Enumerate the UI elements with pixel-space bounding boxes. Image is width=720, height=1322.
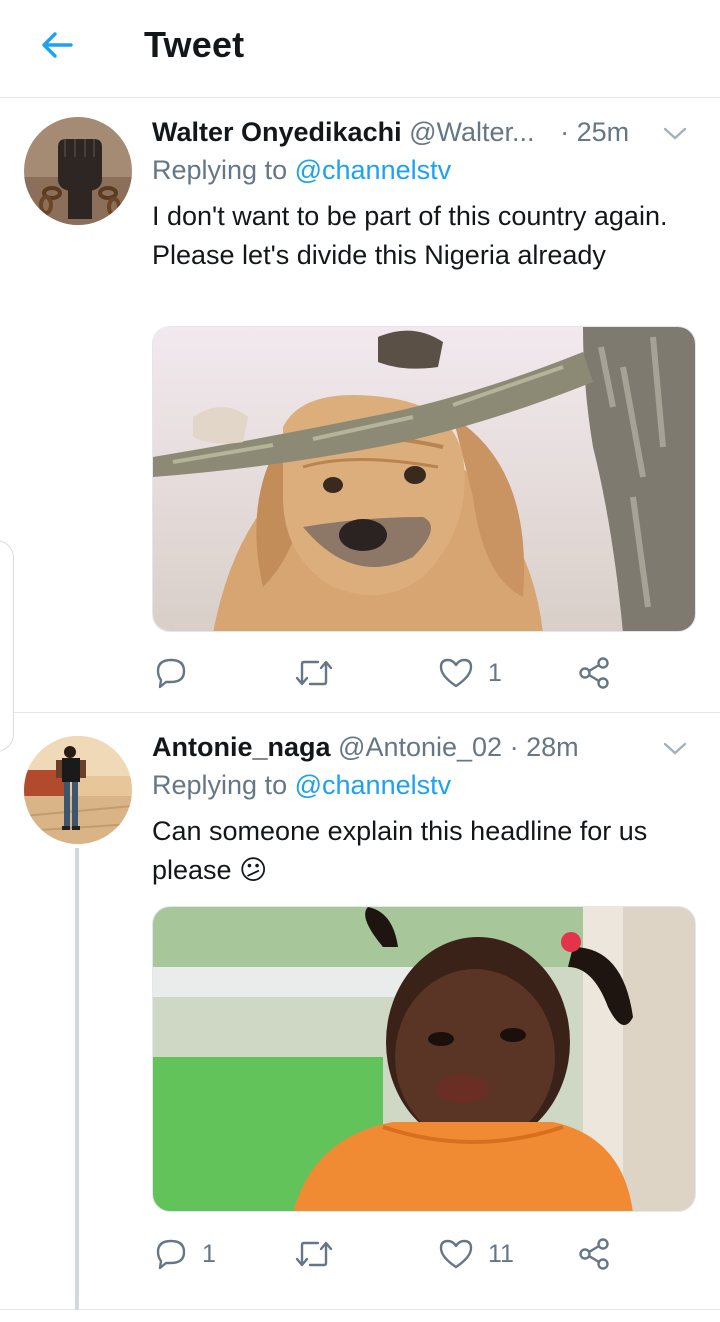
tweet-image[interactable] (152, 326, 696, 632)
user-handle: @Antonie_02 (338, 732, 503, 762)
share-button[interactable] (576, 1234, 612, 1274)
reply-button[interactable] (154, 653, 202, 693)
tweet-body: I don't want to be part of this country … (152, 201, 668, 270)
tweet-text: I don't want to be part of this country … (152, 197, 696, 275)
replying-to: Replying to @channelstv (152, 770, 451, 801)
tweet-actions: 1 (152, 653, 696, 693)
display-name[interactable]: Antonie_naga (152, 732, 331, 762)
separator-dot: · (509, 732, 519, 762)
tweet-menu-button[interactable] (660, 734, 690, 764)
app-header: Tweet (0, 0, 720, 98)
confused-emoji: 😕 (239, 855, 268, 885)
mention-link[interactable]: @channelstv (295, 155, 452, 185)
child-photo-icon (153, 907, 695, 1211)
share-icon (579, 657, 609, 689)
page-title: Tweet (144, 24, 245, 65)
retweet-button[interactable] (294, 653, 348, 693)
reply-button[interactable]: 1 (154, 1234, 216, 1274)
separator-dot: · (560, 117, 570, 147)
display-name[interactable]: Walter Onyedikachi (152, 117, 402, 147)
tweet-body: Can someone explain this headline for us… (152, 816, 648, 885)
heart-icon (439, 658, 473, 688)
tweet[interactable]: Walter Onyedikachi @Walter... · 25m Repl… (0, 99, 720, 713)
back-button[interactable] (34, 22, 80, 68)
replying-to-label: Replying to (152, 155, 288, 185)
replying-to-label: Replying to (152, 770, 288, 800)
reply-count: 1 (202, 1239, 216, 1268)
share-button[interactable] (576, 653, 612, 693)
retweet-icon (295, 1241, 333, 1267)
retweet-icon (295, 660, 333, 686)
reply-icon (156, 1239, 186, 1270)
like-button[interactable]: 11 (438, 1234, 514, 1274)
tweet-image[interactable] (152, 906, 696, 1212)
thread-line (75, 848, 79, 1310)
edge-panel-handle[interactable] (0, 540, 14, 752)
retweet-button[interactable] (294, 1234, 348, 1274)
reply-icon (156, 658, 186, 689)
tweet[interactable]: Antonie_naga @Antonie_02 · 28m Replying … (0, 714, 720, 1310)
tweet-header: Walter Onyedikachi @Walter... · 25m (152, 117, 700, 153)
replying-to: Replying to @channelstv (152, 155, 451, 186)
timestamp: 28m (526, 732, 579, 762)
avatar[interactable] (24, 736, 132, 844)
tweet-menu-button[interactable] (660, 119, 690, 149)
timestamp: 25m (576, 117, 630, 147)
like-button[interactable]: 1 (438, 653, 502, 693)
chevron-down-icon (663, 127, 687, 140)
like-count: 1 (488, 658, 502, 687)
user-handle: @Walter... (409, 117, 535, 147)
arrow-left-icon (42, 32, 73, 58)
dog-photo-icon (153, 327, 695, 631)
heart-icon (439, 1239, 473, 1269)
tweet-text: Can someone explain this headline for us… (152, 812, 696, 890)
avatar[interactable] (24, 117, 132, 225)
share-icon (579, 1238, 609, 1270)
chevron-down-icon (663, 742, 687, 755)
tweet-header: Antonie_naga @Antonie_02 · 28m (152, 732, 700, 768)
tweet-actions: 1 11 (152, 1234, 696, 1274)
like-count: 11 (488, 1239, 514, 1268)
mention-link[interactable]: @channelstv (295, 770, 452, 800)
